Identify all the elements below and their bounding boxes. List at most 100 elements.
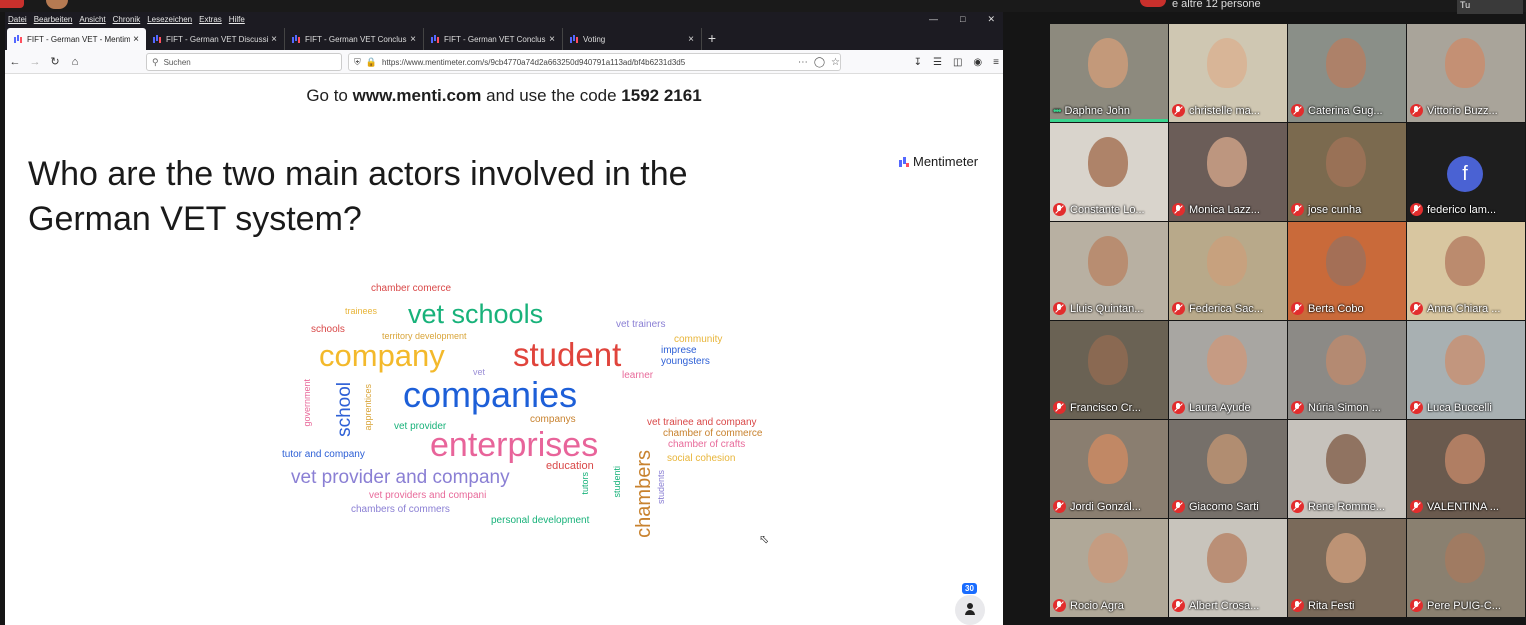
mic-off-icon (1053, 599, 1066, 612)
participant-name: Francisco Cr... (1070, 401, 1141, 414)
toolbar-right: ↧ ☰ ◫ ◉ ≡ (914, 53, 999, 71)
participant-tile[interactable]: Caterina Gug... (1288, 24, 1406, 122)
participant-tile[interactable]: Rita Festi (1288, 519, 1406, 617)
participant-tile[interactable]: Rene Romme... (1288, 420, 1406, 518)
menu-item[interactable]: Ansicht (79, 15, 105, 24)
participant-tile[interactable]: Luca Buccelli (1407, 321, 1525, 419)
browser-tab[interactable]: FIFT - German VET - Mentimeter × (7, 28, 146, 50)
participant-count: 30 (962, 583, 977, 594)
mentimeter-favicon-icon (431, 35, 439, 43)
participant-avatar: f (1447, 156, 1483, 192)
participant-tile[interactable]: Albert Crosa... (1169, 519, 1287, 617)
participant-tile[interactable]: christelle ma... (1169, 24, 1287, 122)
participant-name: Laura Ayude (1189, 401, 1251, 414)
participant-name: Daphne John (1064, 105, 1130, 117)
cloud-word: learner (622, 370, 654, 381)
participant-video (1088, 434, 1128, 484)
participant-tile[interactable]: Núria Simon ... (1288, 321, 1406, 419)
participant-tile[interactable]: Pere PUIG-C... (1407, 519, 1525, 617)
new-tab-icon[interactable]: + (702, 30, 722, 46)
participant-nametag: Rene Romme... (1291, 500, 1403, 513)
menu-item[interactable]: Datei (8, 15, 27, 24)
shield-icon[interactable]: ⛨ (354, 57, 361, 68)
minimize-icon[interactable]: — (929, 14, 938, 24)
cloud-word: enterprises (430, 426, 599, 464)
close-window-icon[interactable]: ✕ (987, 14, 995, 25)
maximize-icon[interactable]: □ (960, 14, 965, 24)
menu-item[interactable]: Hilfe (229, 15, 245, 24)
close-tab-icon[interactable]: × (407, 34, 419, 45)
download-icon[interactable]: ↧ (914, 57, 922, 68)
close-tab-icon[interactable]: × (268, 34, 280, 45)
cloud-word: chambers (633, 450, 655, 538)
participant-tile[interactable]: Rocio Agra (1050, 519, 1168, 617)
library-icon[interactable]: ☰ (933, 57, 942, 68)
hamburger-menu-icon[interactable]: ≡ (993, 57, 999, 68)
speaking-icon: ••• (1053, 105, 1061, 117)
participant-nametag: Giacomo Sarti (1172, 500, 1284, 513)
participant-tile[interactable]: Jordi Gonzál... (1050, 420, 1168, 518)
search-input[interactable]: ⚲ Suchen (146, 53, 342, 71)
close-tab-icon[interactable]: × (685, 34, 697, 45)
participant-nametag: VALENTINA ... (1410, 500, 1522, 513)
browser-tab[interactable]: FIFT - German VET Discussion × (146, 28, 285, 50)
participant-name: Lluis Quintan... (1070, 302, 1144, 315)
participant-tile[interactable]: f federico lam... (1407, 123, 1525, 221)
menu-item[interactable]: Extras (199, 15, 222, 24)
home-icon[interactable]: ⌂ (65, 56, 85, 68)
presentation-slide: Go to www.menti.com and use the code 159… (11, 74, 997, 625)
participant-tile[interactable]: Constante Lo... (1050, 123, 1168, 221)
participant-tile[interactable]: Vittorio Buzz... (1407, 24, 1525, 122)
participant-counter: 30 (955, 583, 985, 625)
address-bar[interactable]: ⛨ 🔒 https://www.mentimeter.com/s/9cb4770… (348, 53, 841, 71)
close-tab-icon[interactable]: × (130, 34, 142, 45)
speaker-indicator (1140, 0, 1166, 7)
forward-icon[interactable]: → (25, 56, 45, 68)
participant-name: Constante Lo... (1070, 203, 1145, 216)
cloud-word: chamber of commerce (663, 428, 763, 439)
cloud-word: chamber of crafts (668, 439, 746, 450)
participant-tile[interactable]: jose cunha (1288, 123, 1406, 221)
participant-tile[interactable]: Anna Chiara ... (1407, 222, 1525, 320)
mic-off-icon (1172, 302, 1185, 315)
menu-bar: Datei Bearbeiten Ansicht Chronik Lesezei… (5, 12, 1003, 26)
cloud-word: companys (530, 414, 576, 425)
mic-off-icon (1053, 302, 1066, 315)
participant-tile[interactable]: Francisco Cr... (1050, 321, 1168, 419)
menu-item[interactable]: Bearbeiten (34, 15, 73, 24)
browser-window: Datei Bearbeiten Ansicht Chronik Lesezei… (5, 12, 1003, 625)
participant-tile[interactable]: Laura Ayude (1169, 321, 1287, 419)
participant-name: Berta Cobo (1308, 302, 1364, 315)
participant-tile[interactable]: Lluis Quintan... (1050, 222, 1168, 320)
close-tab-icon[interactable]: × (546, 34, 558, 45)
cloud-word: vet trainers (616, 319, 666, 330)
back-icon[interactable]: ← (5, 56, 25, 68)
cloud-word: studenti (612, 466, 622, 498)
account-icon[interactable]: ◉ (973, 57, 982, 68)
participant-tile[interactable]: Monica Lazz... (1169, 123, 1287, 221)
mic-off-icon (1172, 104, 1185, 117)
participant-tile[interactable]: ••• Daphne John (1050, 24, 1168, 122)
browser-tab[interactable]: FIFT - German VET Conclusion × (424, 28, 563, 50)
cloud-word: tutor and company (282, 449, 365, 460)
participant-name: Federica Sac... (1189, 302, 1263, 315)
participant-tile[interactable]: Giacomo Sarti (1169, 420, 1287, 518)
participant-tile[interactable]: Berta Cobo (1288, 222, 1406, 320)
more-actions-icon[interactable]: ⋯ (798, 57, 808, 68)
participant-tile[interactable]: VALENTINA ... (1407, 420, 1525, 518)
sidebar-icon[interactable]: ◫ (953, 57, 962, 68)
pocket-icon[interactable]: ◯ (814, 57, 825, 68)
browser-tab[interactable]: FIFT - German VET Conclusion × (285, 28, 424, 50)
participant-tile[interactable]: Federica Sac... (1169, 222, 1287, 320)
menu-item[interactable]: Lesezeichen (147, 15, 192, 24)
reload-icon[interactable]: ↻ (45, 55, 65, 68)
participant-nametag: Núria Simon ... (1291, 401, 1403, 414)
menu-item[interactable]: Chronik (113, 15, 141, 24)
record-indicator (0, 0, 24, 8)
browser-tab[interactable]: Voting × (563, 28, 702, 50)
cloud-word: chambers of commers (351, 504, 450, 515)
participant-video (1445, 38, 1485, 88)
participant-name: Giacomo Sarti (1189, 500, 1259, 513)
lock-icon[interactable]: 🔒 (366, 57, 377, 68)
bookmark-star-icon[interactable]: ☆ (831, 57, 840, 68)
